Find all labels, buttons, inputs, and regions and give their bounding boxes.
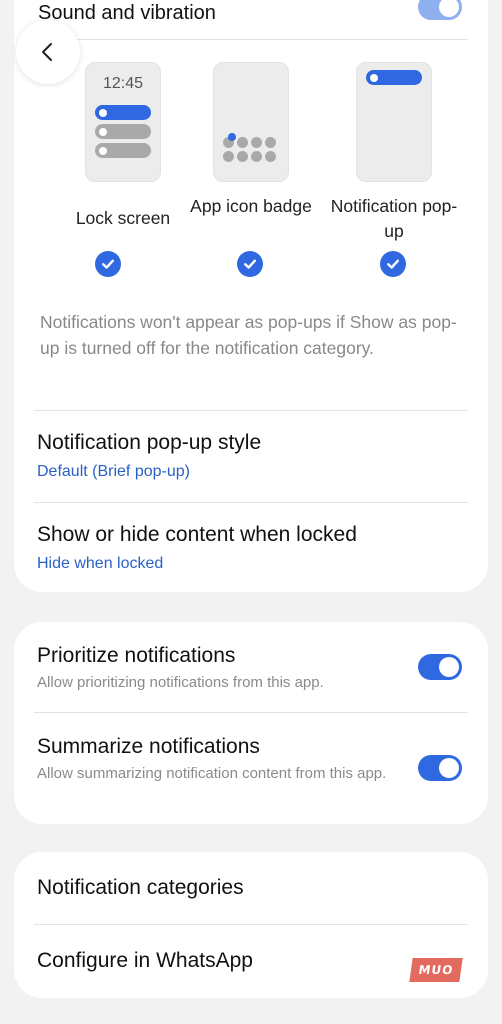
- preview-bar: [95, 143, 151, 158]
- row-subtitle: Allow prioritizing notifications from th…: [37, 674, 324, 691]
- row-title: Show or hide content when locked: [37, 523, 357, 546]
- option-lock-screen[interactable]: 12:45 Lock screen: [53, 62, 193, 231]
- notification-categories-row[interactable]: Notification categories: [14, 852, 488, 924]
- popup-thumbnail: [356, 62, 432, 182]
- row-title: Summarize notifications: [37, 735, 260, 758]
- lock-screen-thumbnail: 12:45: [85, 62, 161, 182]
- chevron-left-icon: [42, 43, 52, 61]
- lock-screen-check-icon[interactable]: [95, 251, 121, 277]
- lock-screen-time: 12:45: [102, 75, 144, 92]
- preview-bar: [366, 70, 422, 85]
- lock-content-row[interactable]: Show or hide content when locked Hide wh…: [14, 503, 488, 592]
- ai-features-card: Prioritize notifications Allow prioritiz…: [14, 622, 488, 824]
- notification-settings-card: Sound and vibration 12:45 Lock screen Ap…: [14, 0, 488, 592]
- row-value: Default (Brief pop-up): [37, 463, 190, 480]
- watermark-logo: MUO: [409, 958, 463, 982]
- preview-bar: [95, 124, 151, 139]
- sound-vibration-label: Sound and vibration: [38, 2, 216, 24]
- option-notification-popup[interactable]: Notification pop-up: [324, 62, 464, 244]
- option-app-icon-badge[interactable]: App icon badge: [181, 62, 321, 219]
- popup-style-row[interactable]: Notification pop-up style Default (Brief…: [14, 411, 488, 502]
- option-label: Lock screen: [75, 208, 171, 228]
- row-title: Prioritize notifications: [37, 644, 236, 667]
- option-label: Notification pop-up: [330, 196, 458, 241]
- summarize-row[interactable]: Summarize notifications Allow summarizin…: [14, 713, 488, 824]
- divider: [34, 39, 468, 40]
- notification-popup-check-icon[interactable]: [380, 251, 406, 277]
- badge-dot: [228, 133, 236, 141]
- popup-info-text: Notifications won't appear as pop-ups if…: [40, 312, 457, 358]
- option-label: App icon badge: [190, 196, 312, 216]
- row-subtitle: Allow summarizing notification content f…: [37, 765, 387, 782]
- row-title: Notification pop-up style: [37, 431, 262, 454]
- row-title: Notification categories: [37, 876, 244, 899]
- sound-vibration-toggle[interactable]: [418, 0, 462, 20]
- app-icon-badge-check-icon[interactable]: [237, 251, 263, 277]
- preview-bar: [95, 105, 151, 120]
- row-title: Configure in WhatsApp: [37, 949, 253, 972]
- back-button[interactable]: [16, 20, 80, 84]
- app-badge-thumbnail: [213, 62, 289, 182]
- prioritize-toggle[interactable]: [418, 654, 462, 680]
- row-value: Hide when locked: [37, 555, 164, 572]
- prioritize-row[interactable]: Prioritize notifications Allow prioritiz…: [14, 622, 488, 712]
- summarize-toggle[interactable]: [418, 755, 462, 781]
